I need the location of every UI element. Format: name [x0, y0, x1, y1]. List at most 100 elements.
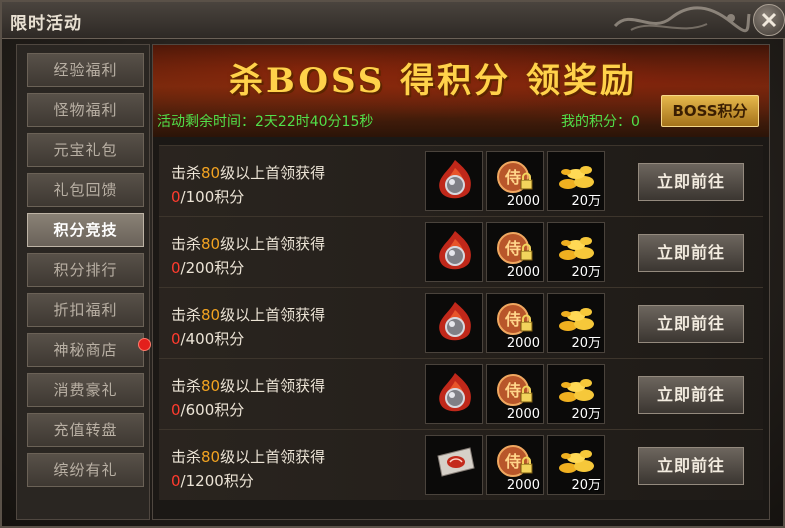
sidebar: 经验福利 怪物福利 元宝礼包 礼包回馈 积分竞技 积分排行 折扣福利 神秘商店 … [16, 44, 151, 520]
reward-slot-coin[interactable]: 侍 2000 [486, 151, 544, 211]
row-condition: 击杀80级以上首领获得 [171, 446, 325, 467]
reward-slot-item[interactable] [425, 151, 483, 211]
sidebar-item-pack-feedback[interactable]: 礼包回馈 [27, 173, 144, 207]
flame-ore-icon [439, 373, 471, 412]
sidebar-item-discount-welfare[interactable]: 折扣福利 [27, 293, 144, 327]
reward-slot-gold[interactable]: 20万 [547, 435, 605, 495]
condition-suffix: 级以上首领获得 [220, 235, 326, 253]
my-score: 我的积分：0 [561, 111, 640, 131]
reward-amount: 2000 [506, 336, 540, 351]
go-now-button[interactable]: 立即前往 [638, 234, 744, 272]
reward-slot-item[interactable] [425, 435, 483, 495]
reward-amount: 2000 [506, 194, 540, 209]
progress-current: 0 [171, 259, 181, 277]
sidebar-item-mystery-shop[interactable]: 神秘商店 [27, 333, 151, 367]
close-button[interactable] [753, 4, 785, 36]
reward-slot-item[interactable] [425, 293, 483, 353]
progress-current: 0 [171, 188, 181, 206]
countdown-value: 2天22时40分15秒 [255, 114, 374, 130]
reward-amount: 20万 [571, 478, 601, 493]
reward-slot-gold[interactable]: 20万 [547, 151, 605, 211]
reward-slot-coin[interactable]: 侍 2000 [486, 222, 544, 282]
sidebar-item-label: 消费豪礼 [53, 381, 118, 399]
condition-suffix: 级以上首领获得 [220, 306, 326, 324]
go-now-button[interactable]: 立即前往 [638, 305, 744, 343]
lock-coin-icon: 侍 [497, 303, 533, 335]
reward-slot-gold[interactable]: 20万 [547, 222, 605, 282]
reward-row: 击杀80级以上首领获得 0/200积分 侍 2000 20万 立即前往 [159, 216, 763, 287]
reward-amount: 20万 [571, 194, 601, 209]
reward-amount: 2000 [506, 407, 540, 422]
row-progress: 0/600积分 [171, 399, 244, 420]
reward-amount: 20万 [571, 407, 601, 422]
sidebar-item-ingot-pack[interactable]: 元宝礼包 [27, 133, 144, 167]
progress-current: 0 [171, 472, 181, 490]
activity-window: 限时活动 经验福利 怪物福利 元宝礼包 礼包回馈 积分竞技 积分排行 折扣福利 … [0, 0, 785, 528]
gold-pile-icon [559, 237, 594, 260]
reward-row: 击杀80级以上首领获得 0/100积分 侍 2000 20万 立即前往 [159, 145, 763, 216]
sidebar-item-label: 充值转盘 [53, 421, 118, 439]
condition-level: 80 [201, 235, 221, 253]
scroll-icon [437, 447, 475, 477]
reward-amount: 2000 [506, 265, 540, 280]
progress-target: /100积分 [180, 188, 245, 206]
sidebar-item-spend-gifts[interactable]: 消费豪礼 [27, 373, 144, 407]
window-title: 限时活动 [10, 14, 82, 34]
sidebar-item-points-arena[interactable]: 积分竞技 [27, 213, 144, 247]
go-now-button[interactable]: 立即前往 [638, 447, 744, 485]
sidebar-item-monster-welfare[interactable]: 怪物福利 [27, 93, 144, 127]
progress-target: /400积分 [180, 330, 245, 348]
condition-prefix: 击杀 [171, 164, 202, 182]
boss-points-button[interactable]: BOSS积分 [661, 95, 759, 127]
reward-slot-gold[interactable]: 20万 [547, 293, 605, 353]
reward-slot-coin[interactable]: 侍 2000 [486, 435, 544, 495]
progress-target: /600积分 [180, 401, 245, 419]
go-now-button[interactable]: 立即前往 [638, 163, 744, 201]
reward-slot-coin[interactable]: 侍 2000 [486, 293, 544, 353]
gold-pile-icon [559, 308, 594, 331]
reward-amount: 20万 [571, 336, 601, 351]
flame-ore-icon [439, 302, 471, 341]
condition-level: 80 [201, 306, 221, 324]
countdown: 活动剩余时间：2天22时40分15秒 [157, 111, 373, 131]
reward-amount: 2000 [506, 478, 540, 493]
gold-pile-icon [559, 166, 594, 189]
sidebar-item-points-ranking[interactable]: 积分排行 [27, 253, 144, 287]
progress-target: /1200积分 [180, 472, 254, 490]
sidebar-item-label: 经验福利 [53, 61, 118, 79]
reward-slot-gold[interactable]: 20万 [547, 364, 605, 424]
svg-text:侍: 侍 [504, 381, 521, 400]
reward-slot-item[interactable] [425, 364, 483, 424]
close-icon [761, 12, 777, 28]
row-condition: 击杀80级以上首领获得 [171, 375, 325, 396]
sidebar-item-colorful-gifts[interactable]: 缤纷有礼 [27, 453, 144, 487]
condition-prefix: 击杀 [171, 377, 202, 395]
dragon-ornament-icon [613, 6, 751, 33]
reward-amount: 20万 [571, 265, 601, 280]
row-condition: 击杀80级以上首领获得 [171, 304, 325, 325]
flame-ore-icon [439, 160, 471, 199]
sidebar-item-label: 礼包回馈 [53, 181, 118, 199]
notification-badge [138, 338, 151, 351]
sidebar-item-exp-welfare[interactable]: 经验福利 [27, 53, 144, 87]
sidebar-item-label: 元宝礼包 [53, 141, 118, 159]
svg-text:侍: 侍 [504, 452, 521, 471]
sidebar-item-recharge-wheel[interactable]: 充值转盘 [27, 413, 144, 447]
my-score-label: 我的积分： [561, 114, 631, 130]
lock-coin-icon: 侍 [497, 445, 533, 477]
gold-pile-icon [559, 379, 594, 402]
reward-slot-item[interactable] [425, 222, 483, 282]
go-now-button[interactable]: 立即前往 [638, 376, 744, 414]
lock-coin-icon: 侍 [497, 232, 533, 264]
reward-slot-coin[interactable]: 侍 2000 [486, 364, 544, 424]
condition-level: 80 [201, 164, 221, 182]
row-progress: 0/400积分 [171, 328, 244, 349]
sidebar-item-label: 神秘商店 [53, 341, 118, 359]
lock-coin-icon: 侍 [497, 161, 533, 193]
sidebar-item-label: 积分竞技 [53, 221, 118, 239]
condition-prefix: 击杀 [171, 306, 202, 324]
svg-text:侍: 侍 [504, 168, 521, 187]
sidebar-item-label: 怪物福利 [53, 101, 118, 119]
row-condition: 击杀80级以上首领获得 [171, 233, 325, 254]
reward-row: 击杀80级以上首领获得 0/1200积分 侍 2000 20万 立即前往 [159, 429, 763, 500]
